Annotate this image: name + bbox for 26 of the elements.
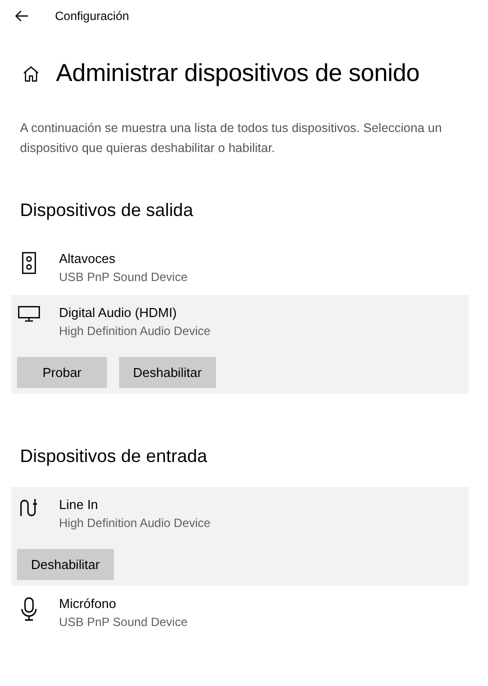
monitor-icon (18, 306, 40, 322)
section-heading: Dispositivos de salida (20, 200, 194, 221)
device-name: Line In (59, 496, 100, 514)
device-description: High Definition Audio Device (59, 323, 210, 340)
device-row[interactable]: Line In High Definition Audio Device Deshabilitar (11, 487, 469, 586)
microphone-icon (21, 597, 37, 621)
test-button[interactable]: Probar (17, 357, 107, 388)
device-name: Digital Audio (HDMI) (59, 304, 178, 322)
disable-button[interactable]: Deshabilitar (119, 357, 216, 388)
home-icon[interactable] (22, 65, 40, 83)
back-arrow-icon[interactable] (15, 10, 29, 22)
page-title: Administrar dispositivos de sonido (56, 60, 420, 88)
section-heading: Dispositivos de entrada (20, 446, 208, 467)
device-description: High Definition Audio Device (59, 515, 210, 532)
device-name: Altavoces (59, 250, 116, 268)
device-name: Micrófono (59, 595, 118, 613)
window-title: Configuración (55, 9, 130, 23)
device-row[interactable]: Altavoces USB PnP Sound Device (11, 241, 469, 295)
device-description: USB PnP Sound Device (59, 614, 188, 631)
device-description: USB PnP Sound Device (59, 269, 188, 286)
cable-plug-icon (20, 498, 38, 518)
speaker-icon (22, 252, 36, 274)
description-text: A continuación se muestra una lista de todos tus dispositivos. Selecciona un dispositivo que quieras deshabilitar o habilitar. (20, 120, 443, 157)
device-row[interactable]: Micrófono USB PnP Sound Device (11, 586, 469, 640)
device-row[interactable]: Digital Audio (HDMI) High Definition Audio Device Probar Deshabilitar (11, 295, 469, 394)
disable-button[interactable]: Deshabilitar (17, 549, 114, 580)
